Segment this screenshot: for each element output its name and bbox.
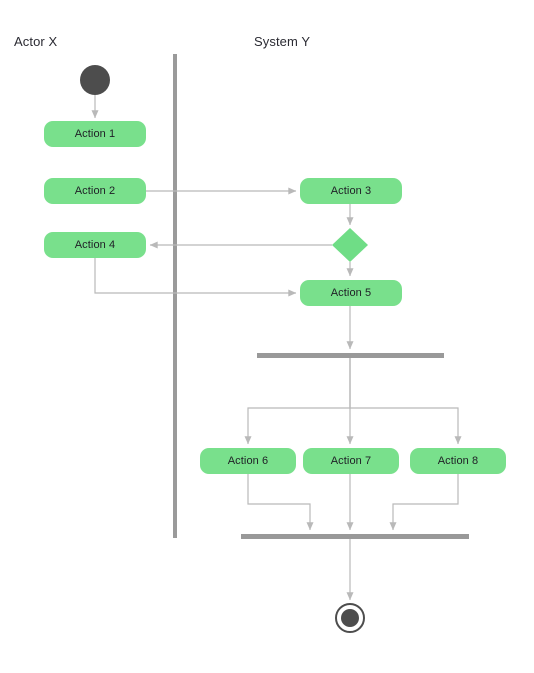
- action-node-action1[interactable]: Action 1: [44, 121, 146, 147]
- swimlane-label-system: System Y: [254, 34, 311, 49]
- final-node[interactable]: [335, 603, 365, 633]
- final-node-inner-disc: [341, 609, 359, 627]
- edge-action6-to-join: [247, 474, 314, 531]
- join-bar: [241, 534, 469, 539]
- action-node-action5[interactable]: Action 5: [300, 280, 402, 306]
- action-node-action6[interactable]: Action 6: [200, 448, 296, 474]
- diagram-canvas: [80, 54, 469, 633]
- activity-diagram: Actor X System Y Action 1 Action 2 Actio…: [0, 0, 534, 673]
- action-node-action4[interactable]: Action 4: [44, 232, 146, 258]
- initial-node[interactable]: [80, 65, 110, 95]
- edge-fork-to-action6: [244, 358, 351, 445]
- edge-action8-to-join: [389, 474, 459, 531]
- action-node-action2[interactable]: Action 2: [44, 178, 146, 204]
- connector-layer: [91, 95, 462, 601]
- swimlane-label-actor: Actor X: [14, 34, 58, 49]
- edge-fork-to-action8: [349, 358, 462, 445]
- edge-action4-to-action5: [94, 258, 297, 297]
- action-node-action3[interactable]: Action 3: [300, 178, 402, 204]
- action-node-action7[interactable]: Action 7: [303, 448, 399, 474]
- fork-bar: [257, 353, 444, 358]
- decision-node[interactable]: [332, 228, 368, 262]
- action-node-action8[interactable]: Action 8: [410, 448, 506, 474]
